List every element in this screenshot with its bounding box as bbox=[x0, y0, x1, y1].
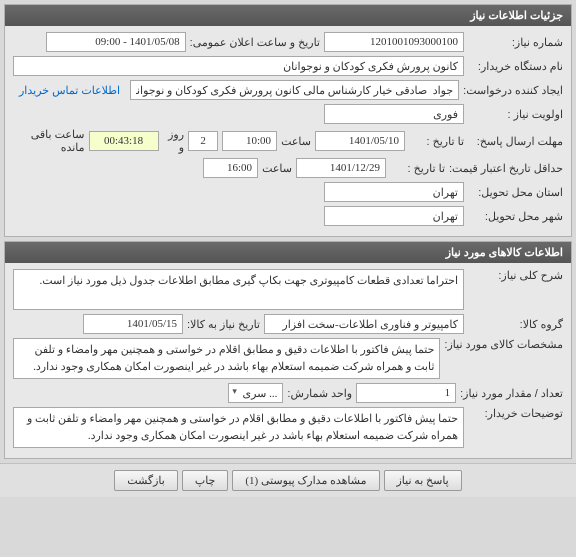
countdown-field bbox=[89, 131, 159, 151]
pub-time-label: تاریخ و ساعت اعلان عمومی: bbox=[190, 36, 320, 49]
countdown-block: روز و ساعت باقی مانده bbox=[13, 128, 218, 154]
qty-field[interactable] bbox=[356, 383, 456, 403]
desc-field[interactable] bbox=[13, 269, 464, 310]
spec-label: مشخصات کالای مورد نیاز: bbox=[444, 338, 563, 351]
creator-label: ایجاد کننده درخواست: bbox=[463, 84, 563, 97]
need-no-field[interactable] bbox=[324, 32, 464, 52]
days-txt: روز و bbox=[163, 128, 185, 154]
qty-label: تعداد / مقدار مورد نیاز: bbox=[460, 387, 563, 400]
province-field[interactable] bbox=[324, 182, 464, 202]
spec-field[interactable] bbox=[13, 338, 440, 379]
time-label-2: ساعت bbox=[262, 162, 292, 175]
validity-date-field[interactable] bbox=[296, 158, 386, 178]
deadline-time-field[interactable] bbox=[222, 131, 277, 151]
group-field[interactable] bbox=[264, 314, 464, 334]
unit-select[interactable] bbox=[228, 383, 283, 403]
buyer-field[interactable] bbox=[13, 56, 464, 76]
need-date-label: تاریخ نیاز به کالا: bbox=[187, 318, 260, 331]
buyer-label: نام دستگاه خریدار: bbox=[468, 60, 563, 73]
creator-field[interactable] bbox=[130, 80, 459, 100]
goods-info-panel: اطلاعات کالاهای مورد نیاز شرح کلی نیاز: … bbox=[4, 241, 572, 459]
priority-field[interactable] bbox=[324, 104, 464, 124]
validity-label: حداقل تاریخ اعتبار قیمت: bbox=[449, 162, 563, 175]
panel1-body: شماره نیاز: تاریخ و ساعت اعلان عمومی: نا… bbox=[5, 26, 571, 236]
days-remaining-field bbox=[188, 131, 218, 151]
to-date-label-2: تا تاریخ : bbox=[390, 162, 445, 175]
pub-time-field[interactable] bbox=[46, 32, 186, 52]
buyer-notes-label: توضیحات خریدار: bbox=[468, 407, 563, 420]
time-label-1: ساعت bbox=[281, 135, 311, 148]
buyer-notes-field[interactable] bbox=[13, 407, 464, 448]
deadline-label: مهلت ارسال پاسخ: bbox=[468, 135, 563, 148]
unit-label: واحد شمارش: bbox=[287, 387, 352, 400]
deadline-date-field[interactable] bbox=[315, 131, 405, 151]
button-bar: پاسخ به نیاز مشاهده مدارک پیوستی (1) چاپ… bbox=[0, 463, 576, 497]
panel1-header: جزئیات اطلاعات نیاز bbox=[5, 5, 571, 26]
city-label: شهر محل تحویل: bbox=[468, 210, 563, 223]
print-button[interactable]: چاپ bbox=[182, 470, 229, 491]
to-date-label-1: تا تاریخ : bbox=[409, 135, 464, 148]
panel2-body: شرح کلی نیاز: گروه کالا: تاریخ نیاز به ک… bbox=[5, 263, 571, 458]
group-label: گروه کالا: bbox=[468, 318, 563, 331]
need-details-panel: جزئیات اطلاعات نیاز شماره نیاز: تاریخ و … bbox=[4, 4, 572, 237]
view-attachments-button[interactable]: مشاهده مدارک پیوستی (1) bbox=[232, 470, 379, 491]
desc-label: شرح کلی نیاز: bbox=[468, 269, 563, 282]
province-label: استان محل تحویل: bbox=[468, 186, 563, 199]
priority-label: اولویت نیاز : bbox=[468, 108, 563, 121]
buyer-contact-link[interactable]: اطلاعات تماس خریدار bbox=[13, 84, 126, 97]
panel2-header: اطلاعات کالاهای مورد نیاز bbox=[5, 242, 571, 263]
validity-time-field[interactable] bbox=[203, 158, 258, 178]
reply-button[interactable]: پاسخ به نیاز bbox=[384, 470, 462, 491]
remain-txt: ساعت باقی مانده bbox=[13, 128, 85, 154]
need-no-label: شماره نیاز: bbox=[468, 36, 563, 49]
unit-select-wrap[interactable] bbox=[228, 383, 283, 403]
back-button[interactable]: بازگشت bbox=[114, 470, 178, 491]
need-date-field[interactable] bbox=[83, 314, 183, 334]
city-field[interactable] bbox=[324, 206, 464, 226]
